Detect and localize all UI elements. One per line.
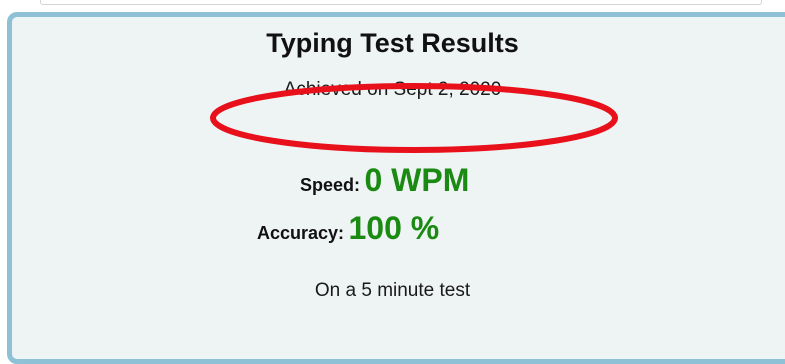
top-panel-edge	[40, 0, 762, 5]
achieved-date: Achieved on Sept 2, 2020	[283, 79, 502, 100]
speed-label: Speed:	[300, 175, 361, 195]
accuracy-label: Accuracy:	[257, 223, 345, 243]
accuracy-value: 100 %	[348, 210, 440, 246]
test-length-note: On a 5 minute test	[314, 280, 471, 301]
results-title: Typing Test Results	[266, 28, 519, 58]
speed-row: Speed: 0 WPM	[300, 162, 469, 199]
accuracy-row: Accuracy: 100 %	[257, 210, 439, 247]
speed-value: 0 WPM	[364, 162, 470, 198]
